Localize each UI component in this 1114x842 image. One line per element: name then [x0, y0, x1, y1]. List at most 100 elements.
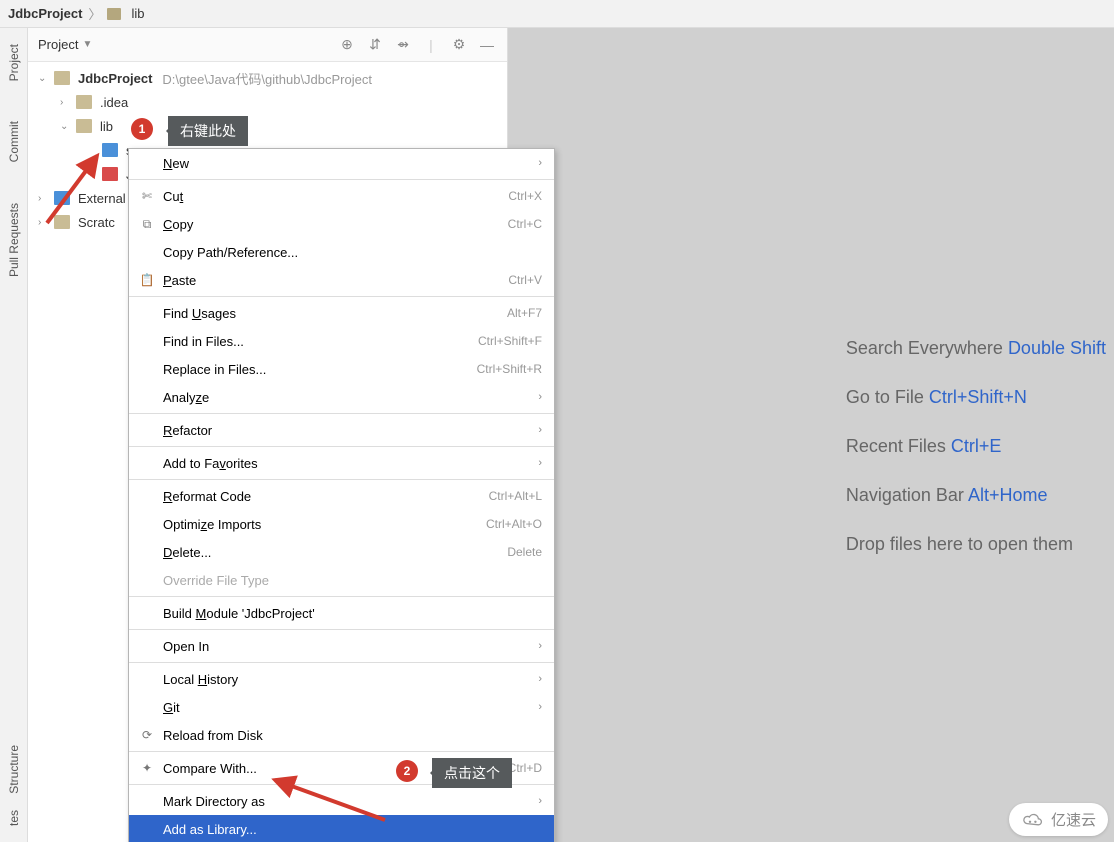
menu-shortcut: Ctrl+V [508, 273, 542, 287]
menu-item-reload-from-disk[interactable]: ⟳Reload from Disk [129, 721, 554, 749]
breadcrumb-separator: 〉 [88, 4, 101, 23]
menu-label: Optimize Imports [163, 517, 486, 532]
menu-label: Reload from Disk [163, 728, 542, 743]
tool-rail-bottom: tes Structure [0, 722, 28, 842]
submenu-arrow-icon: › [538, 457, 542, 469]
rail-structure[interactable]: Structure [7, 737, 21, 802]
menu-shortcut: Ctrl+C [508, 217, 542, 231]
menu-shortcut: Ctrl+Shift+R [477, 362, 542, 376]
menu-label: Open In [163, 639, 530, 654]
menu-item-find-in-files[interactable]: Find in Files...Ctrl+Shift+F [129, 327, 554, 355]
breadcrumb: JdbcProject 〉 lib [0, 0, 1114, 28]
menu-item-add-to-favorites[interactable]: Add to Favorites › [129, 449, 554, 477]
tree-root[interactable]: ⌄ JdbcProject D:\gtee\Java代码\github\Jdbc… [28, 66, 507, 90]
rail-favorites[interactable]: tes [7, 802, 21, 834]
menu-item-find-usages[interactable]: Find UsagesAlt+F7 [129, 299, 554, 327]
arrow-2 [260, 770, 390, 830]
menu-label: Copy [163, 217, 508, 232]
watermark: 亿速云 [1009, 803, 1108, 836]
menu-item-reformat-code[interactable]: Reformat CodeCtrl+Alt+L [129, 482, 554, 510]
collapse-all-icon[interactable]: ⇴ [393, 35, 413, 55]
menu-item-cut[interactable]: ✄CutCtrl+X [129, 182, 554, 210]
menu-item-replace-in-files[interactable]: Replace in Files...Ctrl+Shift+R [129, 355, 554, 383]
menu-item-copy-path-reference[interactable]: Copy Path/Reference... [129, 238, 554, 266]
divider: | [421, 35, 441, 55]
menu-shortcut: Ctrl+X [508, 189, 542, 203]
menu-label: Local History [163, 672, 530, 687]
menu-item-new[interactable]: New › [129, 149, 554, 177]
hint-nav-bar: Navigation Bar Alt+Home [846, 485, 1106, 506]
menu-shortcut: Delete [507, 545, 542, 559]
menu-label: Add to Favorites [163, 456, 530, 471]
menu-label: Replace in Files... [163, 362, 477, 377]
menu-label: Reformat Code [163, 489, 489, 504]
menu-label: Copy Path/Reference... [163, 245, 542, 260]
menu-label: Override File Type [163, 573, 542, 588]
menu-label: Analyze [163, 390, 530, 405]
submenu-arrow-icon: › [538, 391, 542, 403]
menu-shortcut: Ctrl+D [508, 761, 542, 775]
project-panel-header: Project ▼ ⊕ ⇵ ⇴ | ⚙ — [28, 28, 507, 62]
submenu-arrow-icon: › [538, 640, 542, 652]
menu-item-git[interactable]: Git› [129, 693, 554, 721]
menu-label: New [163, 156, 530, 171]
menu-label: Find in Files... [163, 334, 478, 349]
menu-item-refactor[interactable]: Refactor› [129, 416, 554, 444]
menu-shortcut: Ctrl+Alt+O [486, 517, 542, 531]
hint-search-everywhere: Search Everywhere Double Shift [846, 338, 1106, 359]
menu-label: Find Usages [163, 306, 507, 321]
menu-separator [129, 751, 554, 752]
menu-separator [129, 446, 554, 447]
menu-label: Build Module 'JdbcProject' [163, 606, 542, 621]
tree-item-idea[interactable]: › .idea [28, 90, 507, 114]
cloud-icon [1021, 811, 1045, 829]
hint-goto-file: Go to File Ctrl+Shift+N [846, 387, 1106, 408]
menu-icon: ⧉ [139, 216, 155, 232]
menu-separator [129, 596, 554, 597]
menu-separator [129, 413, 554, 414]
rail-project[interactable]: Project [7, 36, 21, 89]
menu-item-delete[interactable]: Delete...Delete [129, 538, 554, 566]
menu-item-override-file-type: Override File Type [129, 566, 554, 594]
menu-icon: 📋 [139, 272, 155, 288]
rail-commit[interactable]: Commit [7, 113, 21, 170]
hide-icon[interactable]: — [477, 35, 497, 55]
menu-separator [129, 662, 554, 663]
arrow-1 [42, 128, 112, 228]
menu-separator [129, 479, 554, 480]
menu-label: Delete... [163, 545, 507, 560]
callout-badge-2: 2 [396, 760, 418, 782]
menu-item-analyze[interactable]: Analyze › [129, 383, 554, 411]
menu-item-optimize-imports[interactable]: Optimize ImportsCtrl+Alt+O [129, 510, 554, 538]
menu-label: Paste [163, 273, 508, 288]
folder-icon [107, 8, 121, 20]
menu-item-build-module-jdbcproject[interactable]: Build Module 'JdbcProject' [129, 599, 554, 627]
hint-recent-files: Recent Files Ctrl+E [846, 436, 1106, 457]
hint-drop-files: Drop files here to open them [846, 534, 1106, 555]
menu-separator [129, 296, 554, 297]
breadcrumb-folder[interactable]: lib [131, 6, 144, 21]
submenu-arrow-icon: › [538, 795, 542, 807]
menu-label: Refactor [163, 423, 530, 438]
dropdown-icon[interactable]: ▼ [82, 39, 92, 50]
menu-item-local-history[interactable]: Local History› [129, 665, 554, 693]
submenu-arrow-icon: › [538, 701, 542, 713]
breadcrumb-project[interactable]: JdbcProject [8, 6, 82, 21]
submenu-arrow-icon: › [538, 157, 542, 169]
menu-item-open-in[interactable]: Open In › [129, 632, 554, 660]
context-menu[interactable]: New › ✄CutCtrl+X ⧉ CopyCtrl+C Copy Path/Refer… [128, 148, 555, 842]
panel-title[interactable]: Project [38, 37, 78, 52]
menu-label: Cut [163, 189, 508, 204]
menu-shortcut: Ctrl+Shift+F [478, 334, 542, 348]
rail-pull-requests[interactable]: Pull Requests [7, 195, 21, 285]
menu-separator [129, 629, 554, 630]
menu-item-paste[interactable]: 📋 PasteCtrl+V [129, 266, 554, 294]
expand-all-icon[interactable]: ⇵ [365, 35, 385, 55]
gear-icon[interactable]: ⚙ [449, 35, 469, 55]
menu-separator [129, 179, 554, 180]
callout-label-2: 点击这个 [432, 758, 512, 788]
editor-empty-area: Search Everywhere Double Shift Go to Fil… [508, 28, 1114, 842]
tool-rail-left: Project Commit Pull Requests [0, 28, 28, 842]
select-opened-file-icon[interactable]: ⊕ [337, 35, 357, 55]
menu-item-copy[interactable]: ⧉ CopyCtrl+C [129, 210, 554, 238]
